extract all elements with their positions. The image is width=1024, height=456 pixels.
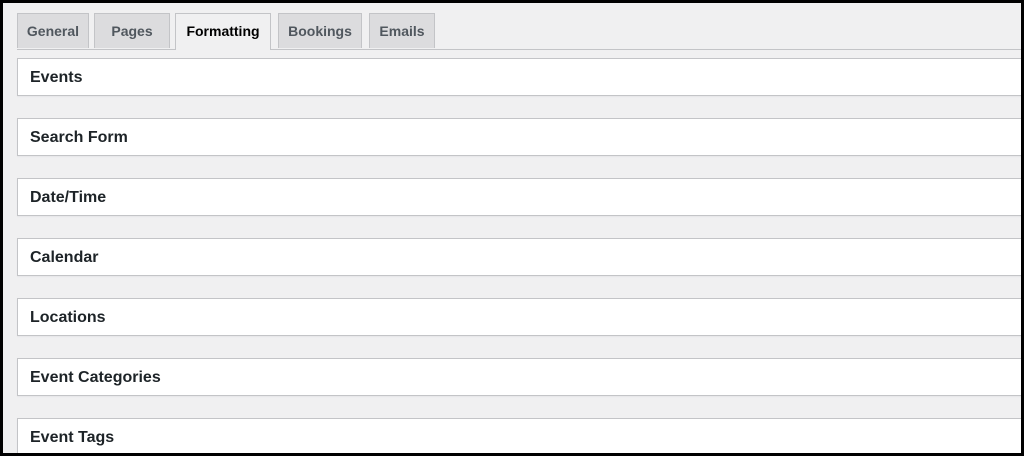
panel-title: Date/Time (30, 189, 107, 206)
tab-bookings-label: Bookings (288, 23, 352, 39)
tab-general-label: General (26, 23, 80, 39)
panel-title: Event Categories (30, 369, 161, 386)
panel-title: Locations (30, 309, 106, 326)
tab-formatting-label: Formatting (186, 23, 260, 39)
panel-title: Search Form (30, 129, 128, 146)
panel-title: Events (30, 69, 83, 86)
panel-date-time[interactable]: Date/Time (17, 178, 1021, 216)
settings-screen: General Pages Formatting Bookings Emails… (3, 3, 1021, 453)
panel-event-categories[interactable]: Event Categories (17, 358, 1021, 396)
panel-locations[interactable]: Locations (17, 298, 1021, 336)
panel-search-form[interactable]: Search Form (17, 118, 1021, 156)
tab-emails-label: Emails (379, 23, 425, 39)
panel-title: Event Tags (30, 429, 115, 446)
tab-pages[interactable]: Pages (94, 13, 170, 48)
panel-events[interactable]: Events (17, 58, 1021, 96)
tab-formatting[interactable]: Formatting (175, 13, 271, 50)
tab-general[interactable]: General (17, 13, 89, 48)
tab-emails[interactable]: Emails (369, 13, 435, 48)
tab-bar: General Pages Formatting Bookings Emails (17, 13, 1021, 50)
panel-calendar[interactable]: Calendar (17, 238, 1021, 276)
tab-bookings[interactable]: Bookings (278, 13, 362, 48)
panel-title: Calendar (30, 249, 99, 266)
tab-pages-label: Pages (111, 23, 153, 39)
panel-event-tags[interactable]: Event Tags (17, 418, 1021, 453)
